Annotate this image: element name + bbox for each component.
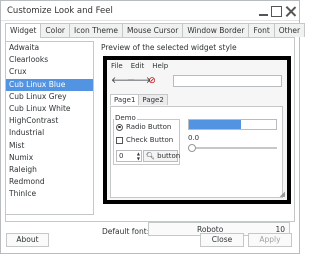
close-button[interactable]: Close xyxy=(200,233,244,247)
spin-value: 0 xyxy=(119,152,124,160)
search-icon: 🔍︎ xyxy=(146,152,155,160)
theme-item[interactable]: Industrial xyxy=(6,127,93,139)
theme-item[interactable]: HighContrast xyxy=(6,115,93,127)
theme-item[interactable]: ThinIce xyxy=(6,188,93,200)
resize-grip-icon[interactable]: ◢ xyxy=(280,190,285,198)
tab-mouse-cursor[interactable]: Mouse Cursor xyxy=(121,23,184,37)
tab-window-border[interactable]: Window Border xyxy=(182,23,250,37)
menu-help[interactable]: Help xyxy=(152,62,168,70)
theme-item[interactable]: Redmond xyxy=(6,176,93,188)
check-button[interactable]: Check Button xyxy=(116,136,173,144)
default-font-label: Default font: xyxy=(102,227,150,236)
theme-item[interactable]: Numix xyxy=(6,152,93,164)
scale-value: 0.0 xyxy=(188,134,200,142)
progress-fill xyxy=(189,120,242,129)
preview-frame: File Edit Help 🡐 🡒 ⊘ Page1 Page2 Demo Ra… xyxy=(103,56,291,204)
radio-label: Radio Button xyxy=(126,123,172,131)
apply-button[interactable]: Apply xyxy=(248,233,292,247)
title-bar: Customize Look and Feel xyxy=(1,1,299,21)
stop-icon[interactable]: ⊘ xyxy=(145,75,159,87)
slider[interactable] xyxy=(188,144,277,152)
progress-text: 60 % xyxy=(244,121,262,129)
preview-label: Preview of the selected widget style xyxy=(101,43,237,52)
minimize-icon[interactable] xyxy=(258,6,269,17)
window-title: Customize Look and Feel xyxy=(7,6,113,16)
tab-font[interactable]: Font xyxy=(248,23,275,37)
slider-handle[interactable] xyxy=(188,144,196,152)
tab-color[interactable]: Color xyxy=(40,23,71,37)
theme-item[interactable]: Raleigh xyxy=(6,164,93,176)
radio-button[interactable]: Radio Button xyxy=(116,123,171,131)
check-label: Check Button xyxy=(126,136,174,144)
search-button[interactable]: 🔍︎ button xyxy=(143,150,181,162)
preview-menubar: File Edit Help xyxy=(111,62,168,70)
spin-arrows-icon[interactable]: ▲ ▼ xyxy=(137,151,140,161)
theme-item[interactable]: Clearlooks xyxy=(6,54,93,66)
theme-list[interactable]: Adwaita Clearlooks Crux Cub Linux Blue C… xyxy=(5,41,94,215)
demo-label: Demo xyxy=(114,114,137,122)
tab-other[interactable]: Other xyxy=(273,23,306,37)
preview-tab-page2[interactable]: Page2 xyxy=(138,94,168,105)
search-button-label: button xyxy=(157,152,181,160)
theme-item[interactable]: Adwaita xyxy=(6,42,93,54)
progress-bar: 60 % xyxy=(188,119,277,130)
menu-edit[interactable]: Edit xyxy=(131,62,145,70)
preview-window: File Edit Help 🡐 🡒 ⊘ Page1 Page2 Demo Ra… xyxy=(107,60,287,200)
checkbox-indicator-icon[interactable] xyxy=(116,136,123,144)
back-arrow-icon[interactable]: 🡐 xyxy=(111,75,135,87)
preview-entry[interactable] xyxy=(173,75,282,87)
preview-tabs: Page1 Page2 xyxy=(110,94,168,105)
maximize-icon[interactable] xyxy=(271,6,282,17)
theme-item-selected[interactable]: Cub Linux Blue xyxy=(6,78,93,91)
forward-arrow-icon[interactable]: 🡒 xyxy=(127,75,151,87)
preview-tab-page1[interactable]: Page1 xyxy=(110,94,140,105)
radio-indicator-icon[interactable] xyxy=(116,123,123,131)
theme-item[interactable]: Cub Linux Grey xyxy=(6,91,93,103)
theme-item[interactable]: Cub Linux White xyxy=(6,103,93,115)
tab-bar: Widget Color Icon Theme Mouse Cursor Win… xyxy=(5,23,306,38)
about-button[interactable]: About xyxy=(6,233,49,247)
menu-file[interactable]: File xyxy=(111,62,123,70)
spin-button[interactable]: 0 ▲ ▼ xyxy=(116,150,142,162)
slider-trough xyxy=(192,147,277,149)
close-icon[interactable] xyxy=(285,6,296,17)
tab-widget[interactable]: Widget xyxy=(5,23,42,38)
theme-item[interactable]: Mist xyxy=(6,140,93,152)
theme-item[interactable]: Crux xyxy=(6,66,93,78)
tab-icon-theme[interactable]: Icon Theme xyxy=(69,23,123,37)
